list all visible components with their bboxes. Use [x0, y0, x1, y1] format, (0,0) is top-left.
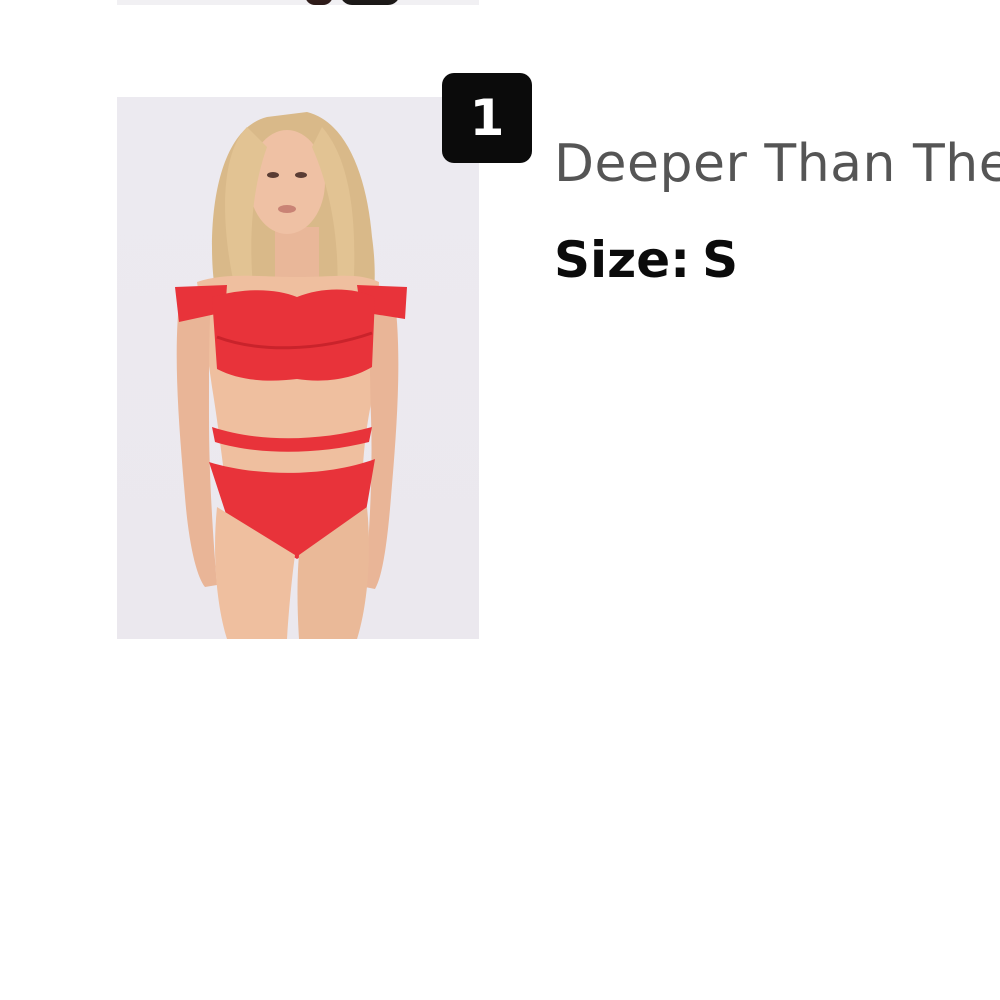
product-thumbnail[interactable]: [117, 97, 479, 639]
product-photo-image: [175, 112, 407, 639]
product-name[interactable]: Deeper Than The Ocean Bikini - Red: [554, 134, 1000, 194]
size-label: Size:: [554, 231, 691, 289]
previous-item-shape-2: [340, 0, 400, 5]
previous-item-thumbnail[interactable]: [117, 0, 479, 5]
size-value: S: [702, 231, 739, 289]
previous-item-shape: [305, 0, 333, 5]
quantity-badge: 1: [442, 73, 532, 163]
product-size: Size: S: [554, 230, 738, 290]
cart-page: 1 Deeper Than The Ocean Bikini - Red Siz…: [0, 0, 1000, 1000]
